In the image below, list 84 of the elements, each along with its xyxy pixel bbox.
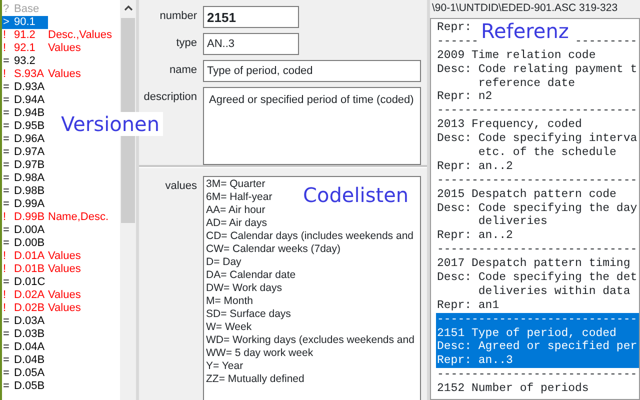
reference-line: Repr: an..2 [437,160,513,174]
version-row[interactable]: = D.93A [2,81,48,94]
code-value: D= Day [206,256,242,269]
version-row[interactable]: ! 91.2 Desc.,Values [2,29,112,42]
field-label: description [142,91,197,104]
code-value: DA= Calendar date [206,269,296,282]
reference-line: Desc: Code specifying the day [437,202,638,216]
code-value: 6M= Half-year [206,191,272,204]
code-value: WW= 5 day work week [206,347,314,360]
field-label: type [175,37,197,50]
version-row[interactable]: = D.94A [2,94,48,107]
code-value: WD= Working days (excludes weekends and [206,334,414,347]
reference-line: etc. of the schedule [477,146,616,160]
scroll-up-icon[interactable] [124,5,132,11]
version-row[interactable]: = D.04A [2,341,48,354]
annotation-label: Versionen [58,112,163,136]
reference-line: Repr: n2 [437,90,492,104]
code-value: CW= Calendar weeks (7day) [206,243,341,256]
input-field[interactable]: 2151 [203,6,299,28]
reference-line: Repr: an..2 [437,229,513,244]
version-row[interactable]: = D.98A [2,172,48,185]
separator-line: --------- [575,34,638,49]
reference-line: 2151 Type of period, coded [437,326,616,340]
version-row[interactable]: = D.95B [2,120,48,133]
version-row[interactable]: = 93.2 [2,55,48,68]
code-value: DW= Work days [206,282,282,295]
version-row[interactable]: ! D.01A Values [2,250,81,263]
version-row[interactable]: ! D.02A Values [2,289,81,302]
separator-line: ----------------------------- [437,368,638,382]
separator-line: ----------------------------- [437,312,638,327]
code-value: M= Month [206,295,253,308]
field-label: number [158,10,197,23]
reference-line: Desc: Code relating payment t [437,62,638,77]
version-row[interactable]: = D.05A [2,367,48,380]
reference-line: 2015 Despatch pattern code [437,188,616,202]
reference-line: 2152 Number of periods [437,382,589,396]
reference-line: Desc: Code specifying interva [437,132,638,146]
code-value: Y= Year [206,360,244,373]
version-row[interactable]: ! D.01B Values [2,263,81,276]
version-row[interactable]: = D.98B [2,185,48,198]
code-value: 3M= Quarter [206,178,266,191]
separator-line: ----------------------------- [437,243,638,258]
reference-line: 2009 Time relation code [437,48,596,63]
reference-line: Desc: Agreed or specified per [437,340,638,354]
version-row[interactable]: = D.03B [2,328,48,341]
version-row[interactable]: = D.96A [2,133,48,146]
code-value: AD= Air days [206,217,267,230]
text-area[interactable]: Agreed or specified period of time (coded) [203,87,421,165]
separator-line: ----------------------------- [437,104,638,118]
version-row[interactable]: = D.00B [2,237,48,250]
values-label: values [164,180,197,194]
file-path: \90-1\UNTDID\EDED-901.ASC 319-323 [431,1,619,16]
code-value: CD= Calendar days (includes weekends and [206,230,414,243]
reference-line: Desc: Code specifying the det [437,271,638,285]
reference-line: 2013 Frequency, coded [437,118,582,132]
code-value: SD= Surface days [206,308,291,321]
version-row[interactable]: = D.97A [2,146,48,159]
version-row[interactable]: ! D.99B Name,Desc. [2,211,109,224]
version-row[interactable]: = D.04B [2,354,48,367]
code-value: AA= Air hour [206,204,266,217]
version-row[interactable]: = D.01C [2,276,48,289]
reference-line: Repr: an..3 [437,354,513,368]
code-value: W= Week [206,321,252,334]
reference-line: reference date [477,76,576,90]
reference-line: Repr: [437,21,472,35]
reference-line: deliveries within data [477,284,630,299]
input-field[interactable]: AN..3 [203,33,299,55]
reference-line: Repr: an1 [437,298,500,313]
version-row[interactable]: ! 92.1 Values [2,42,81,55]
separator-line: ------ [437,34,478,49]
version-row[interactable]: = D.97B [2,159,48,172]
version-row[interactable]: ! D.02B Values [2,302,81,315]
reference-line: 2017 Despatch pattern timing [437,257,630,272]
reference-line: deliveries [477,215,548,230]
field-label: name [168,64,197,77]
code-value: ZZ= Mutually defined [206,373,304,386]
version-row[interactable]: = D.05B [2,380,48,393]
input-field[interactable]: Type of period, coded [203,60,421,82]
version-row[interactable]: = D.94B [2,107,48,120]
version-row[interactable]: = D.99A [2,198,48,211]
version-row[interactable]: = D.03A [2,315,48,328]
version-row[interactable]: ! S.93A Values [2,68,81,81]
version-row[interactable]: = D.00A [2,224,48,237]
separator-line: ----------------------------- [437,174,638,188]
